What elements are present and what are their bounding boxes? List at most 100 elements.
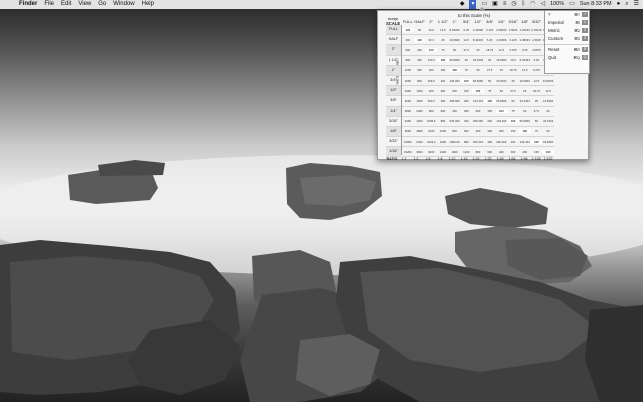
column-header[interactable]: 1/8" [519,19,531,24]
table-cell: 150 [440,68,446,73]
spotlight-search-icon[interactable]: ⌕ [625,0,628,9]
table-cell: 200 [452,88,457,93]
menu-go[interactable]: Go [98,0,106,9]
menu-item-custom[interactable]: Custom ⌘3 3 [545,35,589,43]
airplay-icon[interactable]: ▣ [492,0,498,9]
table-cell: 4800 [404,109,411,114]
table-cell: 200 [463,98,469,103]
table-cell: 50 [453,47,457,52]
menu-window[interactable]: Window [113,0,134,9]
table-cell: 2400 [416,109,423,114]
table-cell: 50 [546,129,550,134]
user-icon[interactable]: ● [617,0,621,9]
table-cell: 50 [499,88,503,93]
table-row: 2400 1200 400 300 200 150 100 75 50 37.5 25 18.75 12… [402,86,554,97]
table-row: 100 50 16.6 12.5 8.33333 6.25 4.16666 3.125 2.08… [402,25,554,36]
row-label[interactable]: 3/16" [386,117,401,127]
table-cell: 200 [522,149,528,154]
column-header[interactable]: 1/4" [496,19,508,24]
row-label[interactable]: 3/8" [386,96,401,107]
notes-icon[interactable]: ≡ [503,0,507,9]
table-cell: 400 [487,139,492,144]
table-cell: 533.333 [472,139,484,144]
table-cell: 800 [452,129,457,134]
table-cell: 1066.66 [449,139,460,144]
row-label[interactable]: 1" [386,65,401,76]
menu-item-[interactable]: ? ⌘?? [545,11,589,19]
table-cell: 266.666 [496,139,507,144]
menu-item-quit[interactable]: Quit ⌘Q Q [545,54,589,62]
clock-icon[interactable]: ◷ [511,0,516,9]
row-label[interactable]: 1/8" [386,126,401,138]
bluetooth-icon[interactable]: ᛒ [522,0,526,9]
table-cell: 100 [507,119,519,124]
column-header[interactable]: 1" [449,19,461,24]
row-label[interactable]: 2" [386,45,401,56]
dropbox-icon[interactable]: ◆ [460,0,465,9]
table-cell: 400 [417,58,422,63]
table-row: 200 100 33.3 25 16.6666 12.5 8.33333 6.25 4.1666… [402,35,554,46]
table-cell: 19200 [403,149,412,154]
table-cell: 33.3 [428,37,434,42]
column-header[interactable]: 2" [425,19,437,24]
table-cell: 150 [510,129,516,134]
row-label[interactable]: HALF [386,35,401,46]
table-row: 1600 800 266.6 200 133.333 100 66.6666 50 33.333… [402,76,554,87]
table-cell: 150 [463,88,469,93]
row-label[interactable]: 1/4" [386,106,401,117]
menu-help[interactable]: Help [142,0,154,9]
menu-file[interactable]: File [44,0,54,9]
table-cell: 200 [405,37,411,42]
menu-item-reset[interactable]: Reset ⌘R R [545,46,589,54]
column-header[interactable]: HALF [414,19,426,24]
table-cell: 3200 [416,119,423,124]
table-cell: 4.6875 [532,47,541,52]
table-cell: 75 [488,88,492,93]
column-headers: FULL HALF 2" 1 1/2" 1" 3/4" 1/2" 3/8" 1/4" 3/16" 1… [402,19,554,24]
table-cell: 1200 [416,88,423,93]
volume-icon[interactable]: ◁ [540,0,545,9]
row-label[interactable]: 1 1/2" [386,56,401,66]
battery-percent[interactable]: 100% [550,0,564,9]
table-cell: 100 [518,129,531,134]
menu-finder[interactable]: Finder [19,0,37,9]
column-header[interactable]: 3/16" [507,19,519,24]
table-cell: 133.333 [519,139,530,144]
row-label[interactable]: 3/4" [386,76,401,87]
table-cell: 400 [428,88,434,93]
column-header[interactable]: 3/8" [484,19,496,24]
menubar-clock[interactable]: Sun 8:33 PM [580,0,612,9]
table-cell: 50 [511,98,515,103]
table-cell: 100 [437,58,449,63]
scale-converter-popover: to this Scale (%) from this Scale change… [377,7,590,161]
table-cell: 6.25 [463,27,469,32]
wifi-icon[interactable]: ◠ [530,0,535,9]
row-label[interactable]: 3/32" [386,137,401,148]
table-row: 3200 1600 533.3 400 266.666 200 133.333 100 66.6… [402,96,554,107]
menu-item-imperial[interactable]: Imperial ⌘I 1 [545,19,589,27]
notification-center-icon[interactable]: ☰ [634,0,639,9]
table-cell: 8.33333 [543,78,554,83]
column-header[interactable]: 1/2" [472,19,484,24]
menu-item-shortcut: ⌘Q [573,56,580,60]
table-row: 800 400 133.3 100 66.6666 50 33.3333 25 16.6666 1… [402,56,554,66]
column-header[interactable]: 3/4" [460,19,472,24]
table-cell: 150 [487,109,492,114]
table-cell: 200 [510,139,516,144]
row-label[interactable]: 1/2" [386,86,401,97]
menu-item-metric[interactable]: Metric ⌘2 2 [545,27,589,35]
table-cell: 12.5 [498,47,505,52]
ratio-row: RATIO 1:1 1:2 1:6 1:8 1:12 1:16 1:24 1:32 1:48 1:… [386,157,554,161]
row-label[interactable]: 1/16" [386,147,401,158]
menu-item-label: Metric [548,28,560,33]
row-label[interactable]: FULL [386,25,401,36]
column-header[interactable]: FULL [402,19,414,24]
table-cell: 300 [463,109,469,114]
table-cell: 75 [441,47,445,52]
scale-converter-icon[interactable]: ▾ [469,0,477,9]
menu-view[interactable]: View [78,0,91,9]
column-header[interactable]: 1 1/2" [437,19,449,24]
column-header[interactable]: 3/32" [531,19,543,24]
menu-edit[interactable]: Edit [61,0,71,9]
table-cell: 75 [534,129,538,134]
